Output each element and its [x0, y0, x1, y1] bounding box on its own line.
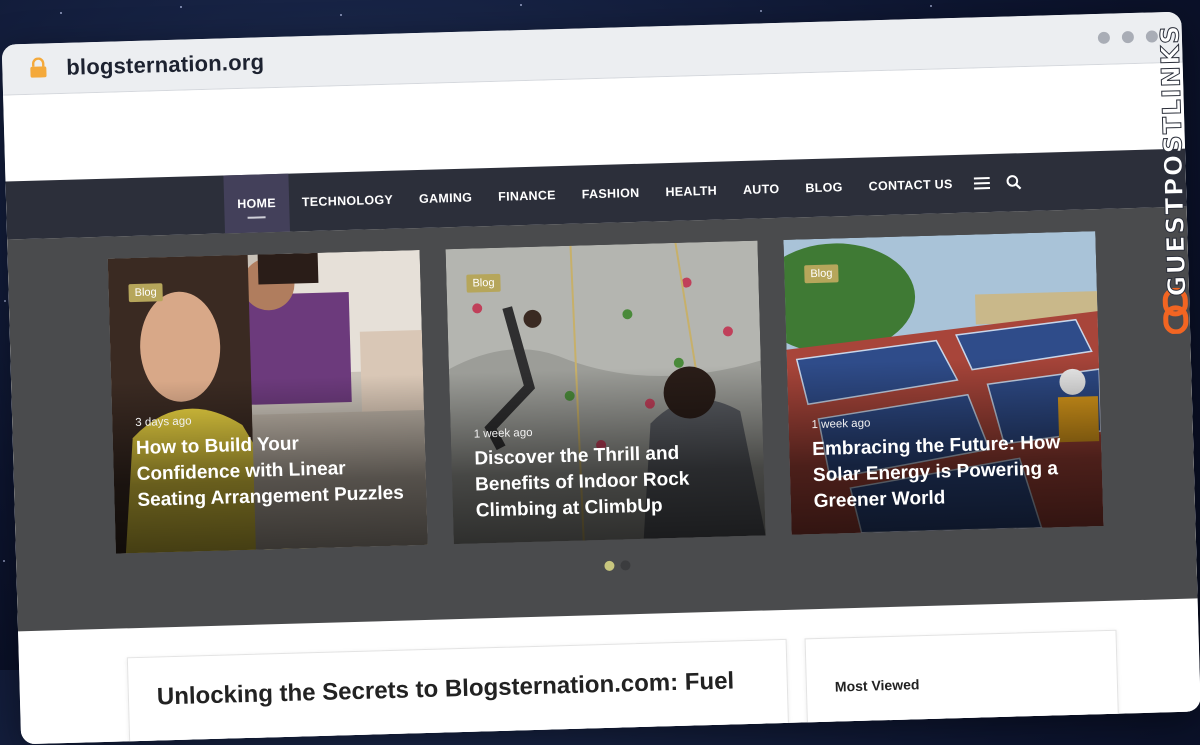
sidebar-widget-title: Most Viewed — [834, 676, 920, 695]
address-bar-url[interactable]: blogsternation.org — [66, 49, 265, 81]
hamburger-icon[interactable] — [965, 154, 999, 213]
guestpostlinks-watermark: GUESTPOSTLINKS — [1150, 23, 1194, 343]
nav-item-blog[interactable]: BLOG — [792, 158, 857, 218]
nav-item-home[interactable]: HOME — [223, 173, 290, 234]
slider-pagination — [604, 560, 631, 571]
article-title[interactable]: Unlocking the Secrets to Blogsternation.… — [157, 667, 735, 711]
slide-headline[interactable]: Embracing the Future: How Solar Energy i… — [812, 430, 1085, 516]
nav-item-health[interactable]: HEALTH — [652, 161, 731, 221]
slide-date: 1 week ago — [811, 417, 871, 432]
category-tag[interactable]: Blog — [466, 273, 501, 293]
nav-item-fashion[interactable]: FASHION — [568, 163, 653, 223]
window-dot-1[interactable] — [1097, 31, 1111, 44]
pagination-dot-2[interactable] — [620, 560, 631, 571]
window-controls — [1097, 30, 1159, 44]
watermark-text: GUESTPOSTLINKS — [1155, 23, 1193, 297]
slide-headline[interactable]: How to Build Your Confidence with Linear… — [136, 428, 409, 514]
category-tag[interactable]: Blog — [128, 283, 163, 303]
search-icon[interactable] — [997, 153, 1031, 212]
slide-date: 3 days ago — [135, 415, 192, 430]
pagination-dot-1[interactable] — [604, 560, 615, 571]
featured-slider: Blog 3 days ago How to Build Your Confid… — [7, 206, 1198, 632]
nav-item-technology[interactable]: TECHNOLOGY — [288, 170, 407, 231]
category-tag[interactable]: Blog — [804, 264, 839, 284]
nav-item-gaming[interactable]: GAMING — [405, 168, 486, 228]
lock-icon — [30, 57, 47, 78]
article-card: Unlocking the Secrets to Blogsternation.… — [126, 638, 790, 745]
slide-card-3[interactable]: Blog 1 week ago Embracing the Future: Ho… — [783, 231, 1104, 535]
nav-item-auto[interactable]: AUTO — [729, 160, 793, 220]
nav-item-finance[interactable]: FINANCE — [484, 166, 569, 226]
web-page: HOME TECHNOLOGY GAMING FINANCE FASHION H… — [3, 62, 1200, 745]
sidebar-widget: Most Viewed — [804, 629, 1120, 745]
slide-date: 1 week ago — [473, 426, 533, 441]
window-dot-2[interactable] — [1121, 30, 1135, 44]
slide-card-1[interactable]: Blog 3 days ago How to Build Your Confid… — [107, 250, 428, 554]
nav-item-contact-us[interactable]: CONTACT US — [855, 155, 967, 216]
slide-card-2[interactable]: Blog 1 week ago Discover the Thrill and … — [445, 240, 766, 545]
browser-window: blogsternation.org HOME TECHNOLOGY GAMIN… — [1, 11, 1200, 745]
slide-headline[interactable]: Discover the Thrill and Benefits of Indo… — [474, 439, 747, 525]
